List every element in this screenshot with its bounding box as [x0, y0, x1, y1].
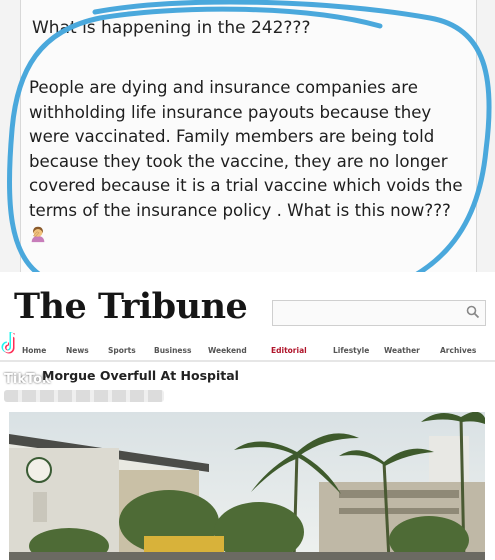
article-headline[interactable]: Morgue Overfull At Hospital: [42, 368, 239, 383]
nav-editorial[interactable]: Editorial: [271, 346, 307, 355]
nav-divider: [0, 360, 495, 362]
blurred-byline: [4, 390, 164, 402]
nav-lifestyle[interactable]: Lifestyle: [333, 346, 369, 355]
nav-sports[interactable]: Sports: [108, 346, 136, 355]
nav-home[interactable]: Home: [22, 346, 46, 355]
tribune-article-screenshot: The Tribune Home News Sports Business We…: [0, 272, 495, 560]
search-icon[interactable]: [466, 305, 480, 319]
nav-archives[interactable]: Archives: [440, 346, 476, 355]
nav-business[interactable]: Business: [154, 346, 191, 355]
nav-weather[interactable]: Weather: [384, 346, 420, 355]
masthead: The Tribune: [14, 286, 248, 327]
search-input[interactable]: [272, 300, 486, 326]
post-body: People are dying and insurance companies…: [29, 76, 469, 248]
hospital-photo: [9, 412, 485, 560]
post-card: What is happening in the 242??? People a…: [20, 0, 477, 272]
post-title: What is happening in the 242???: [32, 18, 311, 38]
nav-news[interactable]: News: [66, 346, 89, 355]
woman-facepalming-emoji-icon: [31, 226, 45, 243]
nav-weekend[interactable]: Weekend: [208, 346, 247, 355]
post-body-text: People are dying and insurance companies…: [29, 78, 463, 220]
